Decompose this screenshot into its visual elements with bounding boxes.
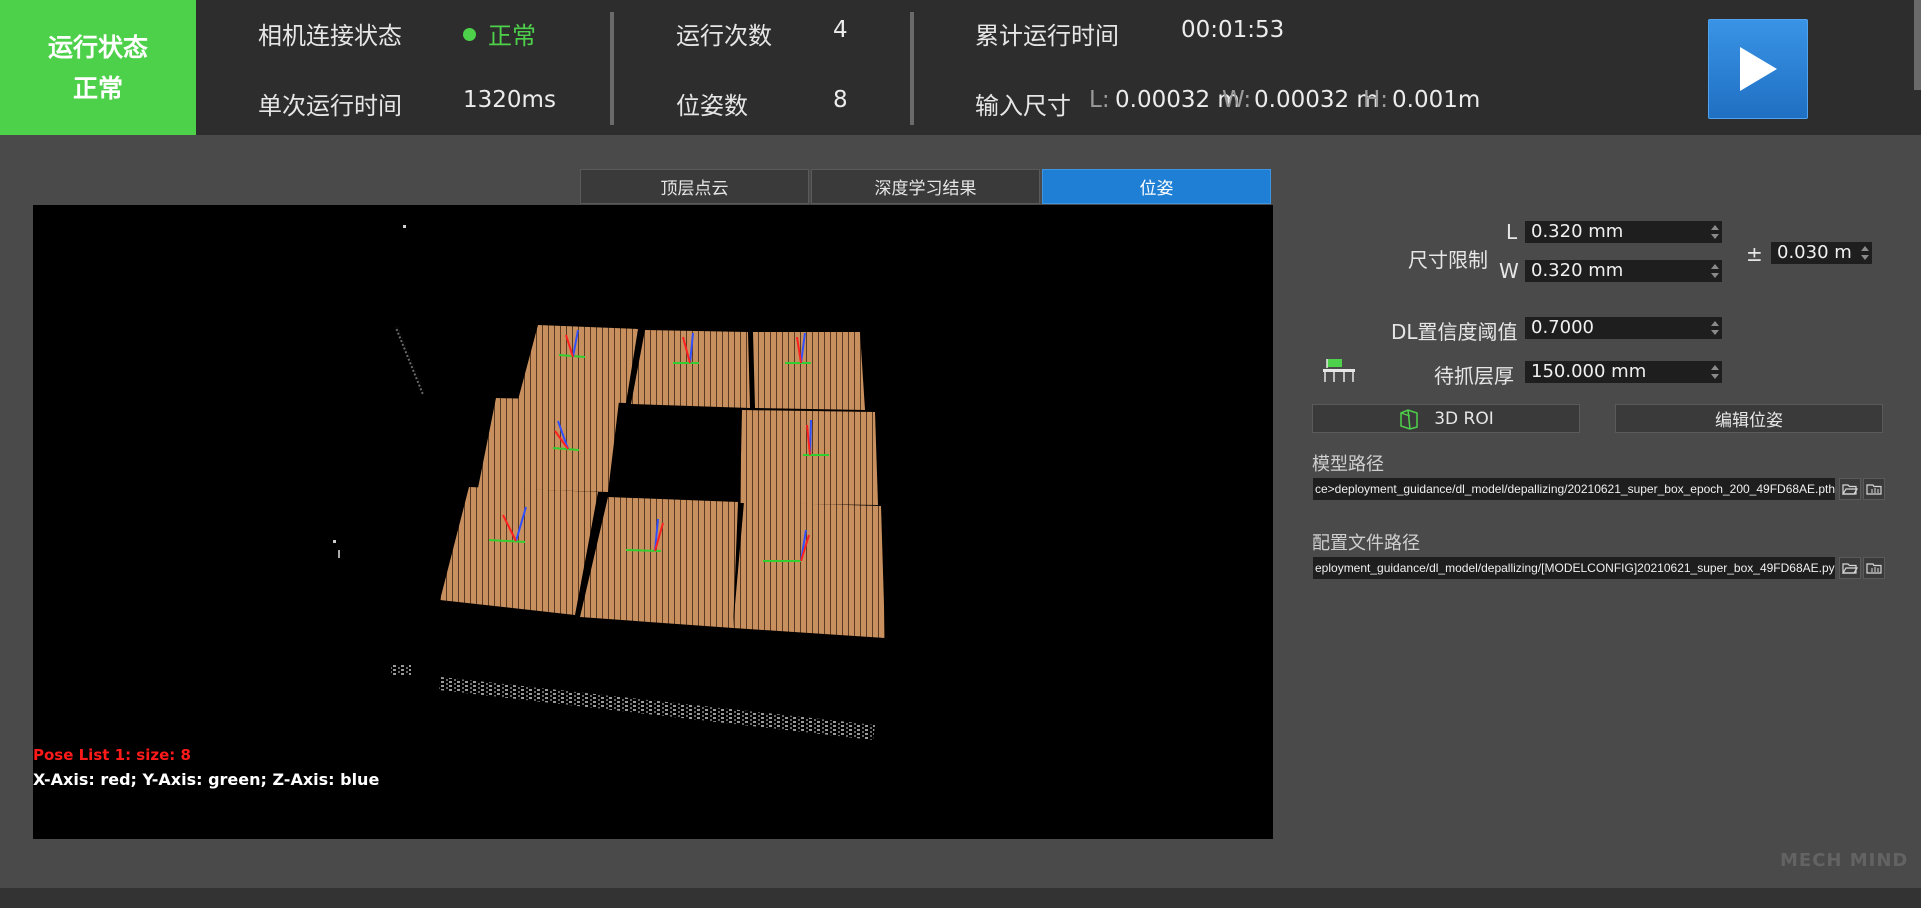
run-count-label: 运行次数 [676, 22, 772, 50]
spin-arrows-icon[interactable] [1860, 243, 1870, 263]
point-cloud-viewer[interactable]: Pose List 1: size: 8 X-Axis: red; Y-Axis… [33, 205, 1273, 839]
divider [610, 12, 614, 125]
folder-open-icon[interactable] [1839, 478, 1861, 500]
watermark-logo: MECH MIND [1780, 850, 1909, 871]
bottom-bar [0, 888, 1921, 908]
spin-arrows-icon[interactable] [1710, 318, 1720, 338]
folder-settings-icon[interactable] [1863, 557, 1885, 579]
status-dot-icon [463, 28, 476, 41]
tab-top-layer-point-cloud[interactable]: 顶层点云 [580, 169, 809, 204]
input-size-label: 输入尺寸 [975, 92, 1071, 120]
model-path-input[interactable]: ce>deployment_guidance/dl_model/depalliz… [1312, 477, 1836, 501]
spin-arrows-icon[interactable] [1710, 362, 1720, 382]
run-status-title: 运行状态 [47, 32, 148, 62]
point-cloud-render [333, 225, 885, 740]
folder-open-icon[interactable] [1839, 557, 1861, 579]
camera-connection-label: 相机连接状态 [258, 22, 402, 50]
tab-deep-learning-result[interactable]: 深度学习结果 [811, 169, 1040, 204]
status-bar: 运行状态 正常 相机连接状态 正常 单次运行时间 1320ms 运行次数 4 位… [0, 0, 1921, 135]
size-limit-l-input[interactable]: 0.320 mm [1524, 220, 1723, 244]
size-l-field-label: L [1506, 220, 1518, 244]
size-w-value: 0.00032 m [1254, 87, 1379, 113]
folder-settings-icon[interactable] [1863, 478, 1885, 500]
box-layer [440, 325, 885, 638]
run-button[interactable] [1708, 19, 1808, 119]
spin-arrows-icon[interactable] [1710, 261, 1720, 281]
size-h-label: H: [1363, 87, 1389, 113]
single-run-time-value: 1320ms [463, 87, 556, 113]
axis-legend: X-Axis: red; Y-Axis: green; Z-Axis: blue [33, 770, 380, 789]
size-h-value: 0.001m [1392, 87, 1481, 113]
dl-confidence-label: DL置信度阈值 [1391, 320, 1518, 344]
pose-count-value: 8 [833, 87, 848, 113]
play-icon [1740, 47, 1777, 91]
pose-list-caption: Pose List 1: size: 8 [33, 746, 191, 764]
size-w-field-label: W [1499, 259, 1519, 283]
size-limit-label: 尺寸限制 [1408, 248, 1488, 272]
dl-confidence-input[interactable]: 0.7000 [1524, 316, 1723, 340]
layer-height-icon[interactable] [1322, 358, 1356, 384]
config-path-input[interactable]: eployment_guidance/dl_model/depallizing/… [1312, 556, 1836, 580]
tolerance-input[interactable]: 0.030 m [1770, 241, 1873, 265]
size-w-label: W: [1222, 87, 1252, 113]
cumulative-run-time-value: 00:01:53 [1181, 17, 1285, 43]
camera-connection-status: 正常 [463, 16, 536, 51]
size-limit-w-input[interactable]: 0.320 mm [1524, 259, 1723, 283]
pose-count-label: 位姿数 [676, 92, 748, 120]
run-status-value: 正常 [72, 73, 123, 103]
tab-pose[interactable]: 位姿 [1042, 169, 1271, 204]
run-status-indicator: 运行状态 正常 [0, 0, 196, 135]
single-run-time-label: 单次运行时间 [258, 92, 402, 120]
run-count-value: 4 [833, 17, 848, 43]
edit-pose-button[interactable]: 编辑位姿 [1615, 404, 1883, 433]
config-path-label: 配置文件路径 [1312, 533, 1420, 554]
layer-thickness-label: 待抓层厚 [1434, 364, 1514, 388]
cube-icon [1400, 408, 1418, 430]
plus-minus-label: ± [1746, 242, 1763, 266]
layer-thickness-input[interactable]: 150.000 mm [1524, 360, 1723, 384]
3d-roi-button[interactable]: 3D ROI [1312, 404, 1580, 433]
scrollbar[interactable] [1914, 0, 1921, 90]
model-path-label: 模型路径 [1312, 454, 1384, 475]
cumulative-run-time-label: 累计运行时间 [975, 22, 1119, 50]
size-l-label: L: [1089, 87, 1110, 113]
divider [910, 12, 914, 125]
spin-arrows-icon[interactable] [1710, 222, 1720, 242]
